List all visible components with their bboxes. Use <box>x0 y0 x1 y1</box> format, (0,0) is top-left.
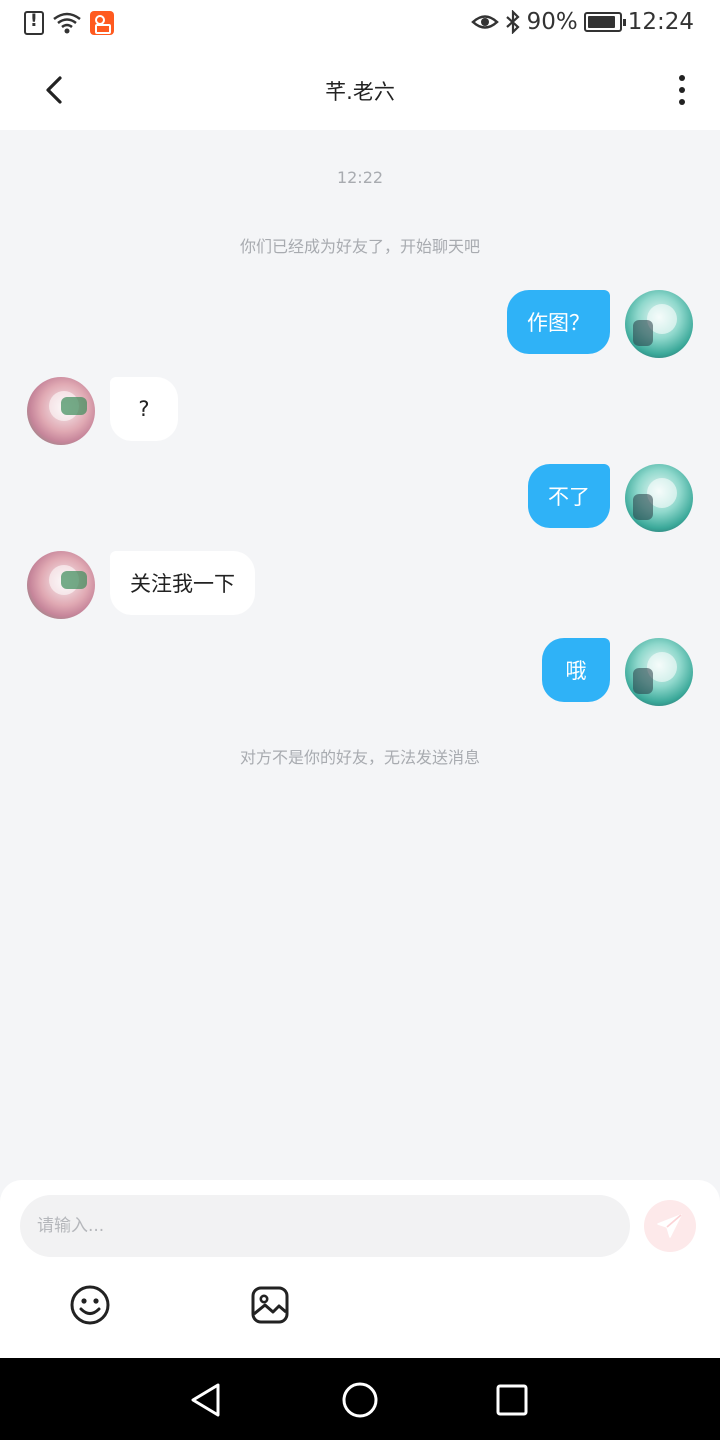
sim-alert-icon <box>24 11 44 35</box>
bluetooth-icon <box>505 10 520 34</box>
battery-icon <box>583 12 626 32</box>
triangle-back-icon <box>191 1383 220 1417</box>
circle-home-icon <box>342 1382 378 1418</box>
my-message-bubble[interactable]: 哦 <box>542 638 610 702</box>
page-title: 芊.老六 <box>325 80 395 104</box>
peer-avatar[interactable] <box>27 551 95 619</box>
status-time: 12:24 <box>627 9 694 35</box>
image-icon <box>251 1286 289 1324</box>
battery-percent: 90% <box>526 9 578 35</box>
nav-home-button[interactable] <box>340 1380 380 1420</box>
message-timestamp: 12:22 <box>336 168 384 187</box>
status-right-icons: 90% 12:24 <box>470 9 694 35</box>
peer-avatar[interactable] <box>27 377 95 445</box>
chat-messages-area[interactable]: 12:22 你们已经成为好友了，开始聊天吧 作图？ ? 不了 关注我一下 哦 对… <box>0 130 720 1180</box>
wifi-icon <box>53 12 81 34</box>
my-avatar[interactable] <box>625 464 693 532</box>
more-options-button[interactable] <box>672 72 692 108</box>
more-dot-icon <box>679 75 685 81</box>
chat-header: 芊.老六 <box>0 50 720 130</box>
send-button[interactable] <box>644 1200 696 1252</box>
emoji-button[interactable] <box>69 1284 111 1326</box>
nav-back-button[interactable] <box>186 1380 226 1420</box>
battery-fill <box>587 16 615 28</box>
smiley-icon <box>70 1285 110 1325</box>
nav-recents-button[interactable] <box>492 1380 532 1420</box>
image-button[interactable] <box>249 1284 291 1326</box>
peer-message-bubble[interactable]: 关注我一下 <box>110 551 255 615</box>
my-avatar[interactable] <box>625 290 693 358</box>
app-notification-icon <box>90 11 114 35</box>
status-bar: 90% 12:24 <box>0 0 720 50</box>
status-left-icons <box>24 11 114 35</box>
my-message-bubble[interactable]: 不了 <box>528 464 610 528</box>
not-friend-notice: 对方不是你的好友，无法发送消息 <box>239 748 480 767</box>
friend-added-notice: 你们已经成为好友了，开始聊天吧 <box>239 237 480 256</box>
my-message-bubble[interactable]: 作图？ <box>507 290 610 354</box>
square-recents-icon <box>496 1384 528 1416</box>
send-icon <box>657 1214 682 1238</box>
my-avatar[interactable] <box>625 638 693 706</box>
system-navigation-bar <box>0 1358 720 1440</box>
peer-message-bubble[interactable]: ? <box>110 377 178 441</box>
more-dot-icon <box>679 87 685 93</box>
message-input[interactable] <box>20 1195 630 1257</box>
message-composer <box>0 1180 720 1358</box>
more-dot-icon <box>679 99 685 105</box>
eye-comfort-icon <box>470 15 499 29</box>
